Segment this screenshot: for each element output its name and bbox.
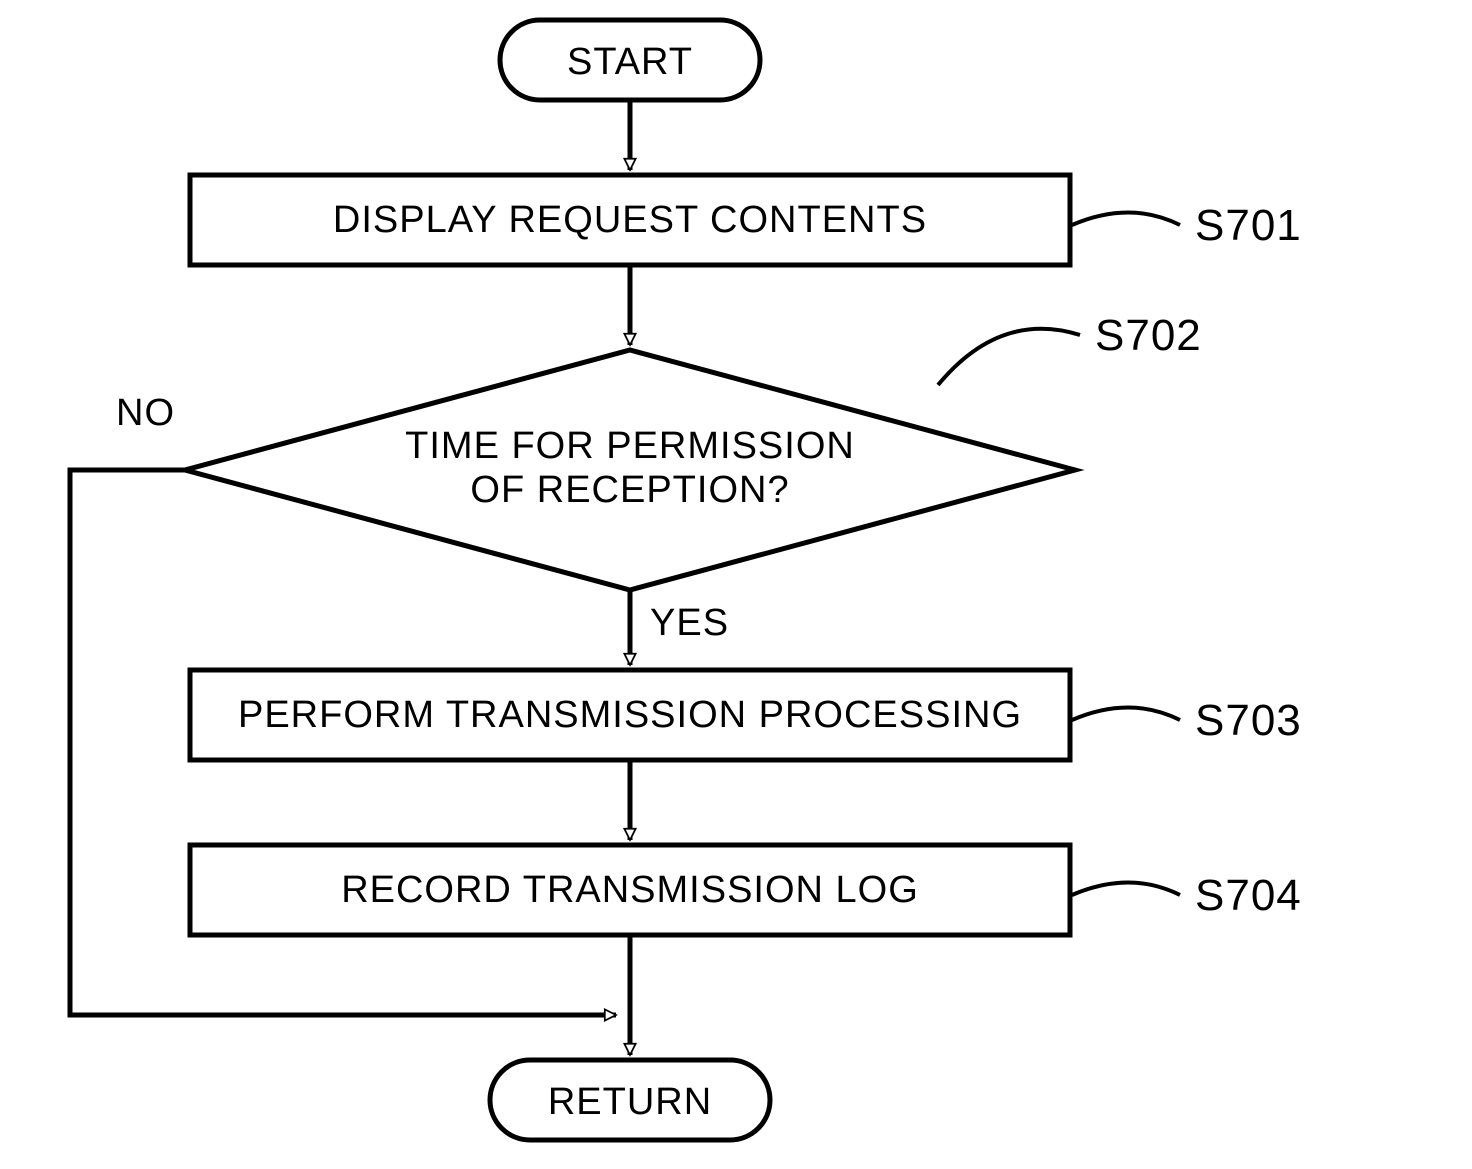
leader-s704 — [1072, 883, 1180, 896]
s701-text: DISPLAY REQUEST CONTENTS — [333, 199, 927, 241]
leader-s702 — [938, 329, 1080, 385]
s703-steplabel: S703 — [1195, 696, 1302, 745]
s701-node: DISPLAY REQUEST CONTENTS — [190, 175, 1070, 265]
leader-s701 — [1072, 213, 1180, 226]
start-label: START — [567, 41, 693, 83]
s702-steplabel: S702 — [1095, 311, 1202, 360]
flowchart: START DISPLAY REQUEST CONTENTS S701 TIME… — [0, 0, 1472, 1169]
s702-line2: OF RECEPTION? — [470, 469, 789, 511]
return-node: RETURN — [490, 1060, 770, 1140]
leader-s703 — [1072, 708, 1180, 721]
s703-node: PERFORM TRANSMISSION PROCESSING — [190, 670, 1070, 760]
s704-text: RECORD TRANSMISSION LOG — [341, 869, 919, 911]
return-label: RETURN — [548, 1081, 712, 1123]
s704-node: RECORD TRANSMISSION LOG — [190, 845, 1070, 935]
s701-steplabel: S701 — [1195, 201, 1302, 250]
s702-node: TIME FOR PERMISSION OF RECEPTION? — [185, 350, 1075, 590]
branch-no-label: NO — [116, 392, 175, 434]
start-node: START — [500, 20, 760, 100]
s704-steplabel: S704 — [1195, 871, 1302, 920]
s702-line1: TIME FOR PERMISSION — [405, 425, 855, 467]
s703-text: PERFORM TRANSMISSION PROCESSING — [238, 694, 1022, 736]
branch-yes-label: YES — [650, 602, 729, 644]
